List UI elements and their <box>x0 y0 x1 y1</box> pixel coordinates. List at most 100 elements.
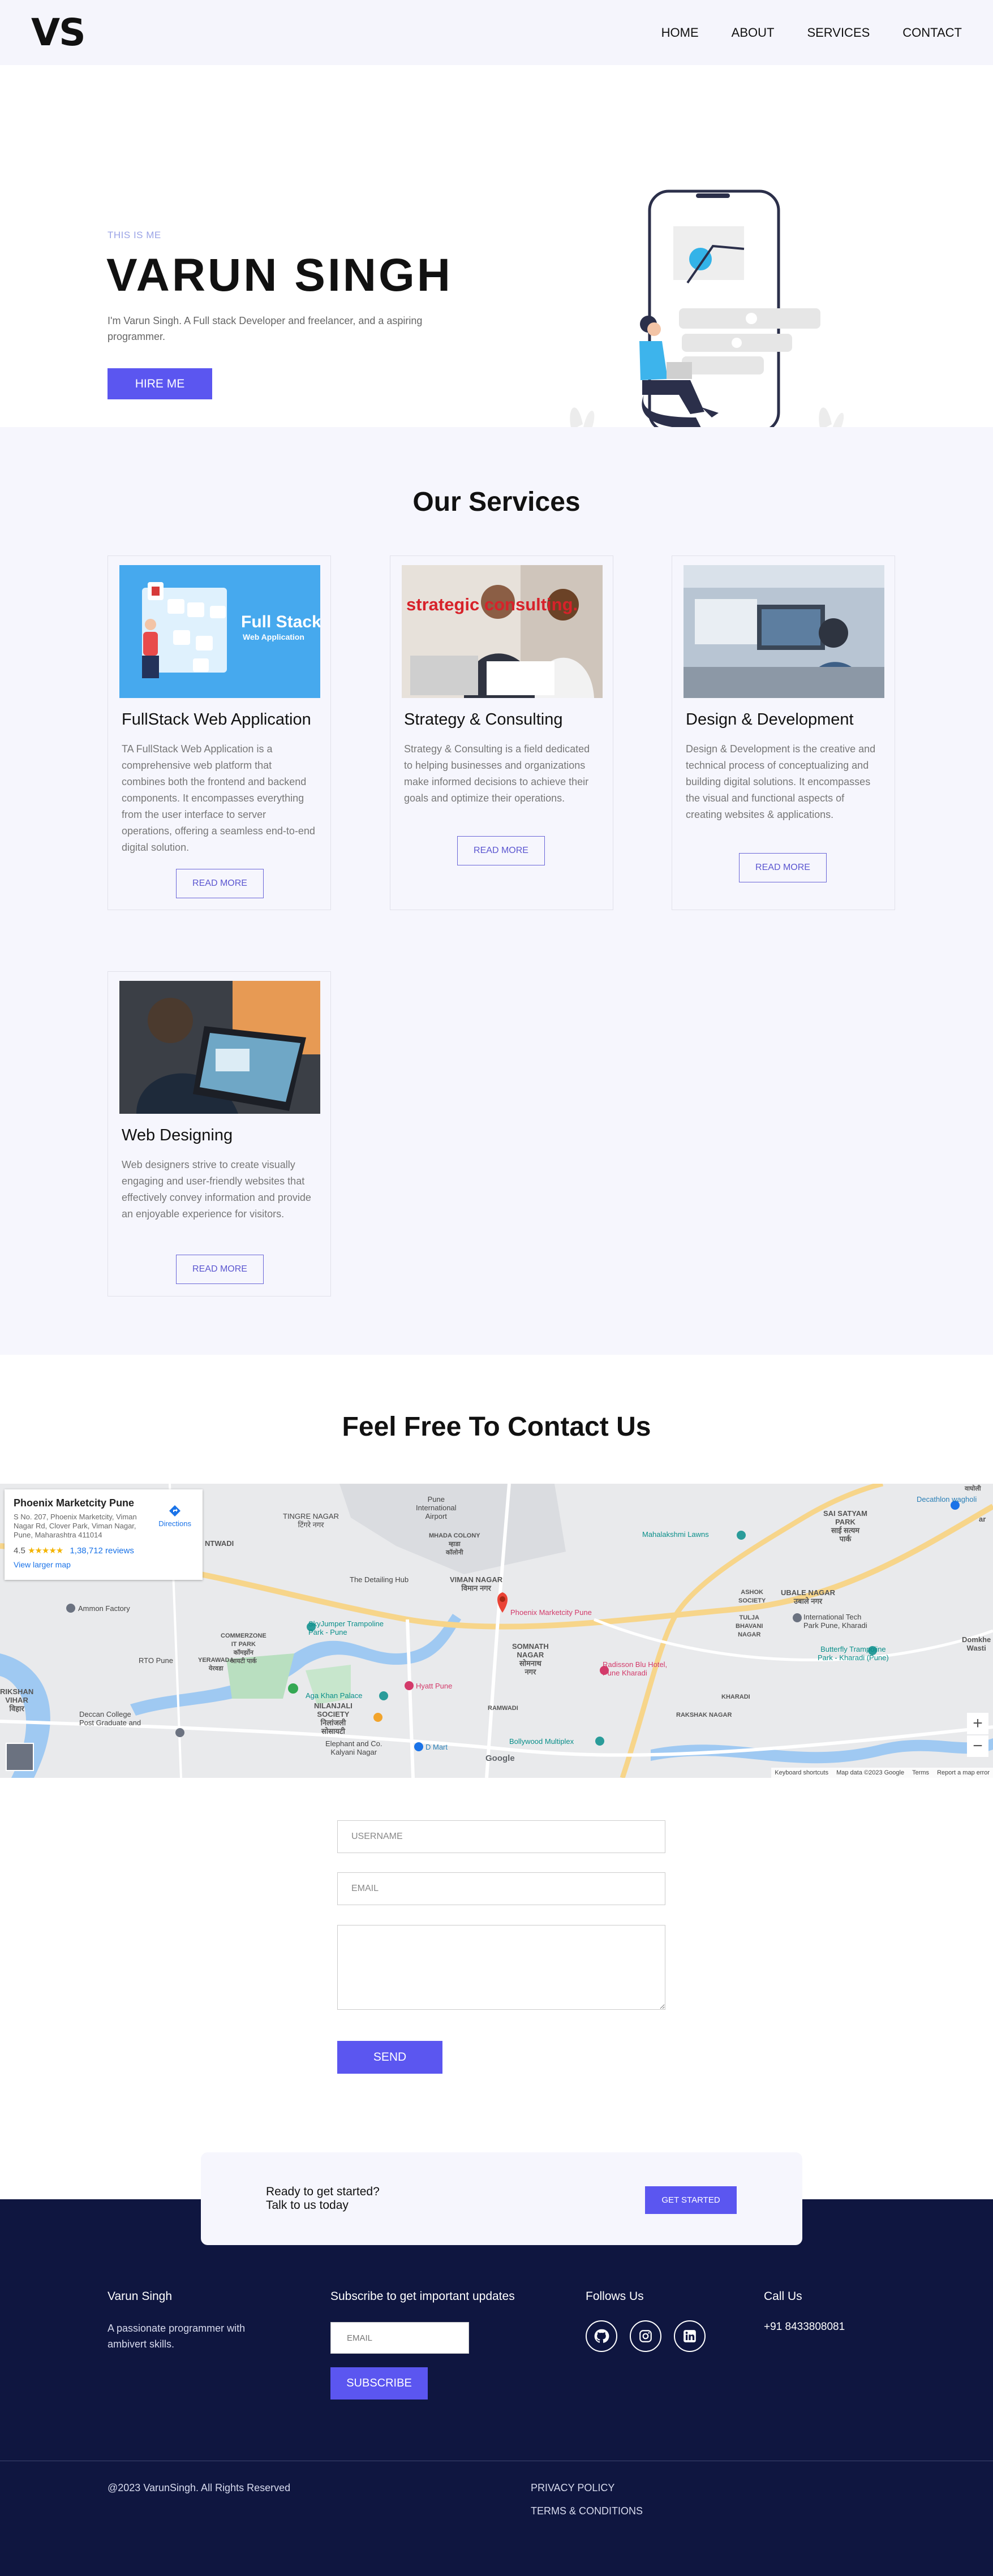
map-label: Pune International Airport <box>416 1495 457 1520</box>
service-description: Strategy & Consulting is a field dedicat… <box>404 743 590 804</box>
map-label: Mahalakshmi Lawns <box>642 1530 709 1539</box>
cta-line1: Ready to get started? <box>266 2185 380 2198</box>
subscribe-email-field[interactable] <box>330 2322 469 2354</box>
service-description: TA FullStack Web Application is a compre… <box>122 743 315 853</box>
map-label: RAKSHAK NAGAR <box>676 1712 732 1718</box>
hire-me-button[interactable]: HIRE ME <box>108 368 212 399</box>
phone-number[interactable]: +91 8433808081 <box>764 2319 845 2335</box>
map-label: RIKSHAN VIHAR विहार <box>0 1687 34 1713</box>
map-footer: Keyboard shortcuts Map data ©2023 Google… <box>771 1768 993 1778</box>
read-more-button[interactable]: READ MORE <box>176 1255 264 1284</box>
linkedin-icon <box>684 2330 696 2342</box>
rating-value: 4.5 <box>14 1546 25 1556</box>
map-layers-thumbnail[interactable] <box>6 1743 34 1771</box>
hero-description: I'm Varun Singh. A Full stack Developer … <box>108 315 423 342</box>
google-map[interactable]: Phoenix Marketcity Pune S No. 207, Phoen… <box>0 1484 993 1778</box>
zoom-out-button[interactable]: − <box>967 1735 988 1757</box>
map-label: Bollywood Multiplex <box>509 1737 574 1746</box>
terms-link[interactable]: Terms <box>912 1769 929 1776</box>
username-field[interactable] <box>337 1820 665 1853</box>
webdesign-image <box>119 981 320 1114</box>
email-field[interactable] <box>337 1872 665 1905</box>
service-card-webdesign: Web Designing Web designers strive to cr… <box>108 971 331 1296</box>
service-card-fullstack: Full Stack Web Application FullStack Web… <box>108 555 331 910</box>
map-pin-label[interactable]: Phoenix Marketcity Pune <box>510 1608 592 1617</box>
strategy-image: strategic consulting. <box>402 565 603 698</box>
fullstack-image: Full Stack Web Application <box>119 565 320 698</box>
review-count-link[interactable]: 1,38,712 reviews <box>70 1546 134 1556</box>
service-title: Design & Development <box>686 710 854 729</box>
directions-icon <box>169 1505 181 1517</box>
service-title: Web Designing <box>122 1126 233 1144</box>
get-started-banner: Ready to get started? Talk to us today G… <box>201 2152 802 2245</box>
strategy-image-title: strategic consulting. <box>406 595 578 614</box>
message-field[interactable] <box>337 1925 665 2010</box>
cta-text: Ready to get started? Talk to us today <box>266 2185 380 2212</box>
keyboard-shortcuts-link[interactable]: Keyboard shortcuts <box>775 1769 828 1776</box>
fullstack-illustration: Full Stack Web Application <box>142 582 320 678</box>
site-logo[interactable]: VS <box>31 11 86 54</box>
place-address: S No. 207, Phoenix Marketcity, Viman Nag… <box>14 1513 137 1539</box>
webdesign-illustration <box>119 981 320 1114</box>
map-label: RTO Pune <box>139 1656 173 1665</box>
footer-name: Varun Singh <box>108 2290 173 2303</box>
rating-stars-icon: ★★★★★ <box>28 1546 63 1556</box>
site-footer: Varun Singh A passionate programmer with… <box>0 2199 993 2576</box>
fullstack-image-title: Full Stack <box>241 613 320 631</box>
map-label: YERAWADA येरवडा <box>198 1657 234 1672</box>
developer-illustration <box>560 189 860 433</box>
nav-home[interactable]: HOME <box>661 25 699 40</box>
hero-section: THIS IS ME VARUN SINGH I'm Varun Singh. … <box>0 65 993 433</box>
copyright: @2023 VarunSingh. All Rights Reserved <box>108 2482 291 2493</box>
place-rating: 4.5 ★★★★★ 1,38,712 reviews <box>14 1545 194 1556</box>
nav-services[interactable]: SERVICES <box>807 25 870 40</box>
terms-conditions-link[interactable]: TERMS & CONDITIONS <box>531 2505 643 2517</box>
map-label: MHADA COLONY म्हाडा कॉलोनी <box>429 1532 480 1556</box>
fullstack-image-subtitle: Web Application <box>243 632 304 641</box>
google-logo: Google <box>485 1754 515 1763</box>
zoom-in-button[interactable]: + <box>967 1713 988 1734</box>
send-button[interactable]: SEND <box>337 2041 442 2074</box>
call-title: Call Us <box>764 2290 802 2303</box>
map-label: Radisson Blu Hotel, Pune Kharadi <box>603 1660 668 1677</box>
privacy-policy-link[interactable]: PRIVACY POLICY <box>531 2482 614 2494</box>
report-error-link[interactable]: Report a map error <box>937 1769 990 1776</box>
services-title: Our Services <box>412 487 581 517</box>
map-label: ar <box>979 1515 986 1523</box>
instagram-link[interactable] <box>630 2320 661 2352</box>
linkedin-link[interactable] <box>674 2320 706 2352</box>
design-illustration <box>684 565 884 698</box>
hero-eyebrow: THIS IS ME <box>108 230 161 240</box>
subscribe-title: Subscribe to get important updates <box>330 2290 515 2303</box>
contact-section: Feel Free To Contact Us Phoenix Marketci… <box>0 1355 993 2203</box>
read-more-button[interactable]: READ MORE <box>176 869 264 898</box>
place-info-card: Phoenix Marketcity Pune S No. 207, Phoen… <box>5 1489 203 1580</box>
nav-about[interactable]: ABOUT <box>732 25 775 40</box>
map-label: KHARADI <box>721 1694 750 1700</box>
nav-contact[interactable]: CONTACT <box>902 25 962 40</box>
main-nav: HOME ABOUT SERVICES CONTACT <box>661 25 962 40</box>
design-image <box>684 565 884 698</box>
service-description: Web designers strive to create visually … <box>122 1159 311 1220</box>
service-title: FullStack Web Application <box>122 710 311 729</box>
follow-title: Follows Us <box>586 2290 644 2303</box>
view-larger-map-link[interactable]: View larger map <box>14 1560 194 1569</box>
subscribe-button[interactable]: SUBSCRIBE <box>330 2367 428 2400</box>
map-label: Ammon Factory <box>78 1604 130 1613</box>
read-more-button[interactable]: READ MORE <box>739 853 827 882</box>
cta-line2: Talk to us today <box>266 2199 349 2212</box>
contact-title: Feel Free To Contact Us <box>342 1412 651 1442</box>
map-label: VIMAN NAGAR विमान नगर <box>450 1575 503 1592</box>
service-description: Design & Development is the creative and… <box>686 743 876 820</box>
service-title: Strategy & Consulting <box>404 710 563 729</box>
map-label: NILANJALI SOCIETY निलांजली सोसायटी <box>314 1701 353 1735</box>
read-more-button[interactable]: READ MORE <box>457 836 545 865</box>
directions-button[interactable]: Directions <box>158 1504 191 1528</box>
map-label: Elephant and Co. Kalyani Nagar <box>325 1739 382 1756</box>
hero-name: VARUN SINGH <box>106 249 453 301</box>
github-link[interactable] <box>586 2320 617 2352</box>
get-started-button[interactable]: GET STARTED <box>645 2186 737 2214</box>
map-label: Butterfly Trampoline Park - Kharadi (Pun… <box>818 1645 889 1662</box>
site-header: VS HOME ABOUT SERVICES CONTACT <box>0 0 993 65</box>
map-data-credit: Map data ©2023 Google <box>836 1769 905 1776</box>
